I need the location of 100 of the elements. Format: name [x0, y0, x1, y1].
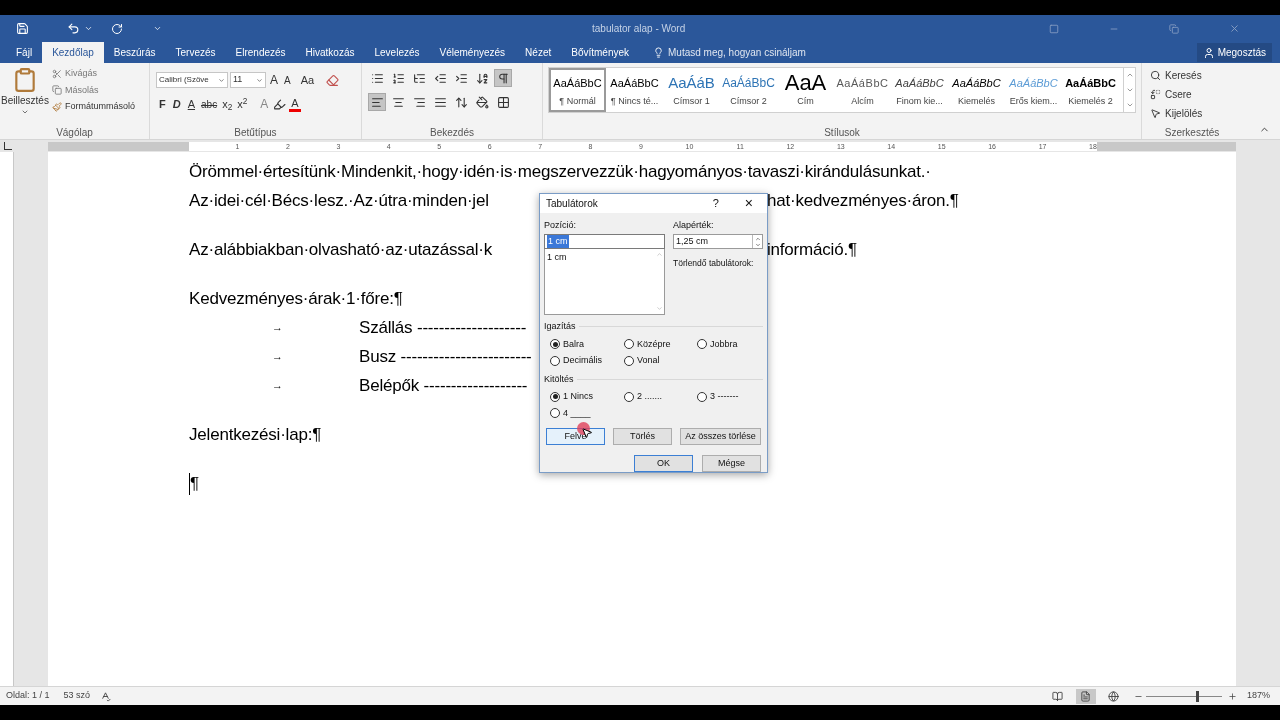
paragraph-mark: ¶	[190, 472, 199, 495]
paste-button[interactable]: Beillesztés	[0, 67, 50, 125]
zoom-slider[interactable]	[1145, 690, 1225, 702]
close-icon[interactable]	[1229, 23, 1240, 34]
zoom-level[interactable]: 187%	[1246, 689, 1270, 703]
tab-stop-list[interactable]: 1 cm	[544, 249, 665, 315]
radio-button[interactable]	[624, 339, 634, 350]
align-left-button[interactable]	[368, 93, 386, 111]
bullets-icon	[370, 71, 384, 85]
style-item[interactable]: AaÁáBbC ¶ Normál	[549, 68, 606, 112]
save-icon[interactable]	[16, 22, 29, 35]
ribbon-tab[interactable]: Elrendezés	[225, 42, 296, 63]
style-item[interactable]: AaÁáB Címsor 1	[663, 68, 720, 112]
tell-me-field[interactable]: Mutasd meg, hogyan csináljam	[668, 45, 829, 60]
align-right-icon	[412, 95, 426, 109]
help-button[interactable]: ?	[712, 195, 719, 212]
zoom-thumb[interactable]	[1196, 690, 1200, 702]
change-case-button[interactable]: Aa	[298, 71, 317, 89]
style-item[interactable]: AaÁáBbC ¶ Nincs té...	[606, 68, 663, 112]
superscript-button[interactable]: x$^{2}$	[235, 95, 250, 113]
subscript-button[interactable]: x$_{2}$	[220, 95, 235, 113]
close-button[interactable]: ×	[744, 196, 753, 211]
ok-button[interactable]: OK	[634, 455, 693, 472]
view-mode-button[interactable]	[1075, 688, 1096, 704]
cut-button[interactable]: Kivágás	[52, 67, 136, 81]
format-painter-button[interactable]: Formátummásoló	[52, 100, 136, 114]
position-field[interactable]: 1 cm	[544, 234, 665, 249]
list-item[interactable]: 1 cm	[547, 251, 652, 265]
style-item[interactable]: AaÁáBbC Címsor 2	[720, 68, 777, 112]
cancel-button[interactable]: Mégse	[702, 455, 761, 472]
style-item[interactable]: AaÁáBbC Kiemelés 2	[1062, 68, 1119, 112]
radio-button[interactable]	[624, 391, 634, 402]
redo-icon[interactable]	[111, 22, 123, 35]
editing-button[interactable]: Csere	[1150, 87, 1234, 102]
sort-icon	[475, 71, 489, 85]
radio-button[interactable]	[550, 391, 560, 402]
radio-button[interactable]	[550, 355, 560, 366]
book-icon	[1052, 690, 1064, 702]
style-item[interactable]: AaÁáBbC Erős kiem...	[1005, 68, 1062, 112]
ribbon-tab[interactable]: Tervezés	[165, 42, 226, 63]
ribbon-tab[interactable]: Nézet	[515, 42, 562, 63]
ribbon-tab[interactable]: Hivatkozás	[295, 42, 365, 63]
word-count[interactable]: 53 szó	[63, 689, 91, 703]
ribbon-tab[interactable]: Levelezés	[364, 42, 430, 63]
zoom-in-icon[interactable]	[1227, 691, 1237, 701]
customize-caret-icon[interactable]	[153, 24, 162, 33]
radio-label: Balra	[563, 337, 584, 351]
editing-button[interactable]: Keresés	[1150, 68, 1234, 83]
tab-selector-icon[interactable]	[4, 142, 12, 150]
multilevel-list-icon	[412, 71, 426, 85]
strikethrough-button[interactable]: abc	[199, 96, 220, 112]
font-color-button[interactable]: A	[289, 96, 301, 112]
highlighter-icon[interactable]	[273, 97, 287, 111]
shrink-font-button[interactable]: A	[282, 72, 293, 88]
bold-button[interactable]: F	[156, 95, 169, 113]
person-icon	[1202, 46, 1215, 59]
copy-icon	[52, 85, 62, 96]
ribbon-tab[interactable]: Fájl	[6, 42, 43, 63]
ribbon-tab[interactable]: Véleményezés	[429, 42, 516, 63]
editing-button[interactable]: Kijelölés	[1150, 106, 1234, 121]
dropdown-caret-icon[interactable]	[84, 24, 93, 33]
clear-all-button[interactable]: Az összes törlése	[680, 428, 761, 445]
style-item[interactable]: AaÁáBbC Kiemelés	[948, 68, 1005, 112]
radio-button[interactable]	[624, 355, 634, 366]
align-center-icon	[391, 95, 405, 109]
radio-label: 1 Nincs	[563, 390, 593, 403]
caret-icon	[256, 76, 263, 84]
undo-icon[interactable]	[67, 22, 80, 35]
dialog-title: Tabulátorok	[546, 196, 598, 211]
radio-button[interactable]	[697, 339, 707, 350]
document-text: Szállás --------------------	[359, 316, 527, 339]
tab-mark: →	[272, 349, 283, 365]
proofing-icon[interactable]	[100, 690, 112, 702]
radio-button[interactable]	[550, 408, 560, 419]
copy-button[interactable]: Másolás	[52, 83, 136, 97]
page-count[interactable]: Oldal: 1 / 1	[6, 689, 50, 703]
tab-mark: →	[272, 378, 283, 394]
radio-button[interactable]	[697, 391, 707, 402]
grow-font-button[interactable]: A	[268, 71, 280, 89]
group-label: Vágólap	[56, 125, 93, 140]
share-button[interactable]: Megosztás	[1196, 43, 1272, 62]
style-item[interactable]: AaA Cím	[777, 68, 834, 112]
document-text: Busz ------------------------	[359, 345, 532, 368]
show-marks-button[interactable]	[494, 69, 512, 87]
radio-button[interactable]	[550, 339, 560, 350]
text-cursor	[189, 472, 190, 495]
style-item[interactable]: AaÁáBbC Alcím	[834, 68, 891, 112]
clear-button[interactable]: Törlés	[613, 428, 672, 445]
ribbon-tab[interactable]: Beszúrás	[103, 42, 166, 63]
search-icon	[1150, 70, 1161, 81]
globe-icon	[1108, 690, 1120, 702]
font-name-dropdown[interactable]: Calibri (Szöve	[156, 72, 228, 88]
ribbon-tab[interactable]: Kezdőlap	[42, 42, 104, 63]
underline-button[interactable]: A	[184, 95, 199, 113]
style-item[interactable]: AaÁáBbC Finom kie...	[891, 68, 948, 112]
eraser-icon[interactable]	[326, 73, 340, 87]
font-size-dropdown[interactable]: 11	[230, 72, 266, 88]
ribbon-tab[interactable]: Bővítmények	[561, 42, 640, 63]
italic-button[interactable]: D	[169, 95, 184, 113]
shading-button[interactable]	[473, 93, 491, 111]
